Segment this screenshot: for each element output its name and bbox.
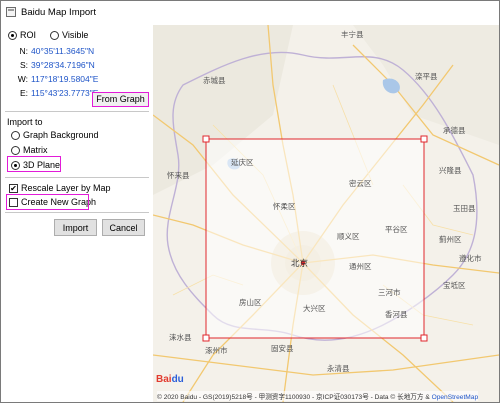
map-label-chicheng: 赤城县 xyxy=(203,76,226,85)
map-label-chengde: 承德县 xyxy=(443,126,466,135)
import-to-heading: Import to xyxy=(7,117,43,127)
3d-plane-radio[interactable] xyxy=(11,161,20,170)
separator xyxy=(5,111,149,112)
map-label-luanping: 滦平县 xyxy=(415,72,438,81)
north-key: N: xyxy=(19,46,29,56)
map-attribution: © 2020 Baidu - GS(2019)5218号 - 甲测资字11009… xyxy=(157,391,479,401)
baidu-logo: Baidu xyxy=(156,374,184,385)
map-label-yanqing: 延庆区 xyxy=(231,158,254,167)
matrix-label[interactable]: Matrix xyxy=(23,145,48,155)
rescale-layer-checkbox[interactable]: ✔ xyxy=(9,184,18,193)
map-label-zunhua: 遵化市 xyxy=(459,254,482,263)
map-label-xinglong: 兴隆县 xyxy=(439,166,462,175)
visible-label[interactable]: Visible xyxy=(62,30,88,40)
map-label-yutian: 玉田县 xyxy=(453,204,476,213)
graph-background-radio[interactable] xyxy=(11,131,20,140)
map-label-beijing: 北京 xyxy=(291,258,309,268)
map-label-shunyi: 顺义区 xyxy=(337,232,360,241)
map-label-huailai: 怀来县 xyxy=(167,171,190,180)
openstreetmap-link[interactable]: OpenStreetMap xyxy=(432,394,479,401)
map-label-huairou: 怀柔区 xyxy=(273,202,296,211)
north-value: 40°35'11.3645"N xyxy=(31,46,95,56)
map-label-miyun: 密云区 xyxy=(349,179,372,188)
east-value: 115°43'23.7773"E xyxy=(31,88,99,98)
map-label-daxing: 大兴区 xyxy=(303,304,326,313)
window-icon xyxy=(6,7,16,17)
south-key: S: xyxy=(19,60,28,70)
map-label-sanhe: 三河市 xyxy=(378,288,401,297)
options-panel: ROI Visible N: 40°35'11.3645"N S: 39°28'… xyxy=(1,25,153,402)
roi-radio[interactable] xyxy=(8,31,17,40)
baidu-map-import-window: Baidu Map Import ROI Visible N: 40°35'11… xyxy=(0,0,500,403)
south-value: 39°28'34.7196"N xyxy=(31,60,95,70)
separator xyxy=(5,212,149,213)
map-label-yongqing: 永清县 xyxy=(327,364,350,373)
matrix-radio[interactable] xyxy=(11,146,20,155)
visible-radio[interactable] xyxy=(50,31,59,40)
3d-plane-label[interactable]: 3D Plane xyxy=(23,160,60,170)
create-new-graph-checkbox[interactable] xyxy=(9,198,18,207)
map-label-gu-an: 固安县 xyxy=(271,344,294,353)
east-key: E: xyxy=(19,88,28,98)
map-label-tongzhou: 通州区 xyxy=(349,262,372,271)
map-label-baodi: 宝坻区 xyxy=(443,281,466,290)
cancel-button[interactable]: Cancel xyxy=(102,219,145,236)
map-view[interactable]: 北京 平谷区 怀来县 赤城县 滦平县 丰宁县 兴隆县 蓟州区 三河市 通州区 固… xyxy=(153,25,499,402)
map-label-zhuozhou: 涿州市 xyxy=(205,346,228,355)
import-button[interactable]: Import xyxy=(54,219,97,236)
map-label-laishui: 涞水县 xyxy=(169,333,192,342)
roi-label[interactable]: ROI xyxy=(20,30,36,40)
window-title: Baidu Map Import xyxy=(21,7,96,18)
separator xyxy=(5,177,149,178)
graph-background-label[interactable]: Graph Background xyxy=(23,130,99,140)
create-new-graph-label[interactable]: Create New Graph xyxy=(21,197,96,207)
west-key: W: xyxy=(17,74,28,84)
map-label-xianghe: 香河县 xyxy=(385,310,408,319)
map-label-fengning: 丰宁县 xyxy=(341,30,364,39)
map-label-fangshan: 房山区 xyxy=(239,298,262,307)
map-label-jizhou: 蓟州区 xyxy=(439,235,462,244)
rescale-layer-label[interactable]: Rescale Layer by Map xyxy=(21,183,111,193)
west-value: 117°18'19.5804"E xyxy=(31,74,99,84)
from-graph-button[interactable]: From Graph xyxy=(92,92,149,107)
title-bar: Baidu Map Import xyxy=(1,1,499,25)
map-label-pinggu: 平谷区 xyxy=(385,225,408,234)
